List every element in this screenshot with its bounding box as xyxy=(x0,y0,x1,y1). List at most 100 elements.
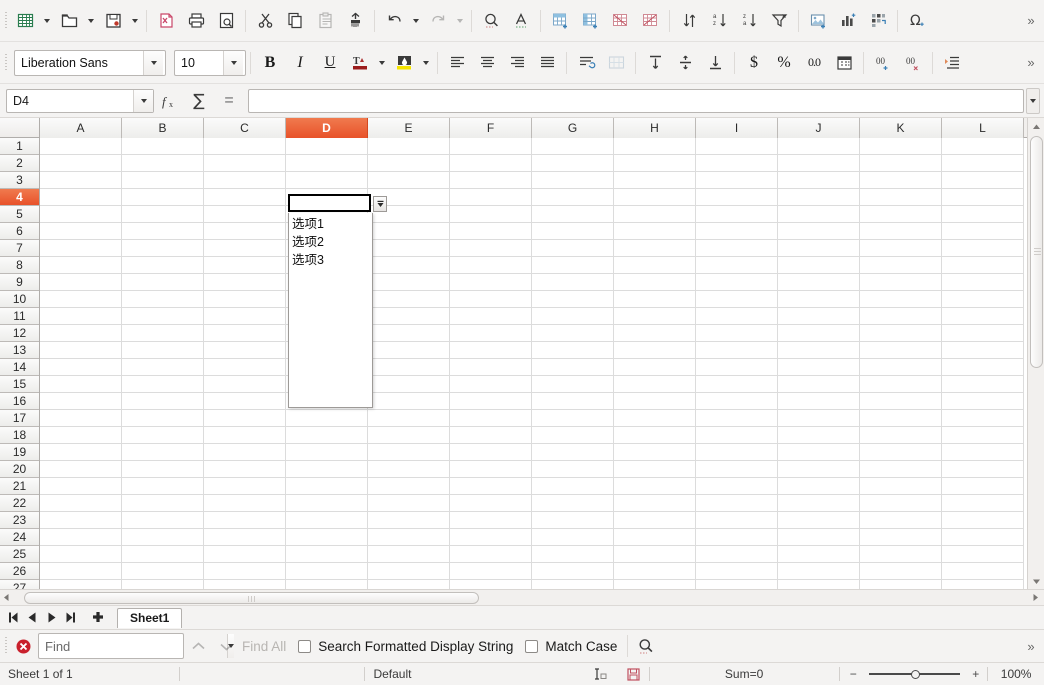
cell-C3[interactable] xyxy=(204,172,286,189)
dropdown-value-field[interactable] xyxy=(288,194,371,212)
cell-B8[interactable] xyxy=(122,257,204,274)
cell-F10[interactable] xyxy=(450,291,532,308)
cell-L22[interactable] xyxy=(942,495,1024,512)
cell-G23[interactable] xyxy=(532,512,614,529)
cell-L4[interactable] xyxy=(942,189,1024,206)
align-center-button[interactable] xyxy=(472,48,502,78)
row-insert-button[interactable] xyxy=(545,6,575,36)
sheet-tab-sheet1[interactable]: Sheet1 xyxy=(117,607,183,628)
cell-H11[interactable] xyxy=(614,308,696,325)
align-left-button[interactable] xyxy=(442,48,472,78)
cell-J13[interactable] xyxy=(778,342,860,359)
cell-E22[interactable] xyxy=(368,495,450,512)
cell-H13[interactable] xyxy=(614,342,696,359)
cell-K6[interactable] xyxy=(860,223,942,240)
cell-H6[interactable] xyxy=(614,223,696,240)
row-header-15[interactable]: 15 xyxy=(0,376,39,393)
cell-I25[interactable] xyxy=(696,546,778,563)
cell-F3[interactable] xyxy=(450,172,532,189)
row-header-21[interactable]: 21 xyxy=(0,478,39,495)
cell-J18[interactable] xyxy=(778,427,860,444)
save-dropdown[interactable] xyxy=(128,6,142,36)
cell-I10[interactable] xyxy=(696,291,778,308)
cell-L26[interactable] xyxy=(942,563,1024,580)
cell-J26[interactable] xyxy=(778,563,860,580)
cell-I17[interactable] xyxy=(696,410,778,427)
cell-C4[interactable] xyxy=(204,189,286,206)
cell-B15[interactable] xyxy=(122,376,204,393)
cell-E18[interactable] xyxy=(368,427,450,444)
cell-F1[interactable] xyxy=(450,138,532,155)
cell-A14[interactable] xyxy=(40,359,122,376)
cell-B20[interactable] xyxy=(122,461,204,478)
cell-I2[interactable] xyxy=(696,155,778,172)
cell-I12[interactable] xyxy=(696,325,778,342)
save-button[interactable] xyxy=(98,6,128,36)
column-header-A[interactable]: A xyxy=(40,118,122,138)
format-date-button[interactable] xyxy=(829,48,859,78)
cell-K20[interactable] xyxy=(860,461,942,478)
cell-K9[interactable] xyxy=(860,274,942,291)
row-header-27[interactable]: 27 xyxy=(0,580,39,589)
cell-K16[interactable] xyxy=(860,393,942,410)
column-header-E[interactable]: E xyxy=(368,118,450,138)
insert-image-button[interactable] xyxy=(803,6,833,36)
cell-C26[interactable] xyxy=(204,563,286,580)
cell-F22[interactable] xyxy=(450,495,532,512)
cell-B23[interactable] xyxy=(122,512,204,529)
cell-J15[interactable] xyxy=(778,376,860,393)
export-pdf-button[interactable] xyxy=(151,6,181,36)
cell-J3[interactable] xyxy=(778,172,860,189)
cell-A5[interactable] xyxy=(40,206,122,223)
cell-A15[interactable] xyxy=(40,376,122,393)
redo-dropdown[interactable] xyxy=(453,6,467,36)
cell-E25[interactable] xyxy=(368,546,450,563)
previous-sheet-button[interactable] xyxy=(23,608,42,628)
cell-A21[interactable] xyxy=(40,478,122,495)
row-header-12[interactable]: 12 xyxy=(0,325,39,342)
cell-D27[interactable] xyxy=(286,580,368,589)
cell-I11[interactable] xyxy=(696,308,778,325)
highlight-color-dropdown[interactable] xyxy=(419,48,433,78)
column-header-C[interactable]: C xyxy=(204,118,286,138)
cell-E19[interactable] xyxy=(368,444,450,461)
row-header-19[interactable]: 19 xyxy=(0,444,39,461)
cell-F25[interactable] xyxy=(450,546,532,563)
cell-J20[interactable] xyxy=(778,461,860,478)
cell-L9[interactable] xyxy=(942,274,1024,291)
cell-D17[interactable] xyxy=(286,410,368,427)
cell-L17[interactable] xyxy=(942,410,1024,427)
cell-K2[interactable] xyxy=(860,155,942,172)
cell-A16[interactable] xyxy=(40,393,122,410)
cell-F17[interactable] xyxy=(450,410,532,427)
open-button[interactable] xyxy=(54,6,84,36)
cell-D24[interactable] xyxy=(286,529,368,546)
cell-L19[interactable] xyxy=(942,444,1024,461)
cell-L20[interactable] xyxy=(942,461,1024,478)
page-style-status[interactable]: Default xyxy=(365,663,584,685)
cell-E14[interactable] xyxy=(368,359,450,376)
cell-K25[interactable] xyxy=(860,546,942,563)
print-button[interactable] xyxy=(181,6,211,36)
search-formatted-checkbox[interactable] xyxy=(298,639,312,653)
find-combobox[interactable] xyxy=(38,633,234,659)
cell-H25[interactable] xyxy=(614,546,696,563)
cell-K19[interactable] xyxy=(860,444,942,461)
cell-F24[interactable] xyxy=(450,529,532,546)
row-header-26[interactable]: 26 xyxy=(0,563,39,580)
find-previous-button[interactable] xyxy=(184,633,212,659)
cell-F11[interactable] xyxy=(450,308,532,325)
cell-J25[interactable] xyxy=(778,546,860,563)
increase-indent-button[interactable] xyxy=(937,48,967,78)
cell-L18[interactable] xyxy=(942,427,1024,444)
cell-B9[interactable] xyxy=(122,274,204,291)
cell-I4[interactable] xyxy=(696,189,778,206)
select-all-corner[interactable] xyxy=(0,118,40,138)
cell-I14[interactable] xyxy=(696,359,778,376)
cell-E15[interactable] xyxy=(368,376,450,393)
cell-G25[interactable] xyxy=(532,546,614,563)
cell-I5[interactable] xyxy=(696,206,778,223)
cell-H24[interactable] xyxy=(614,529,696,546)
cell-L5[interactable] xyxy=(942,206,1024,223)
cell-I23[interactable] xyxy=(696,512,778,529)
